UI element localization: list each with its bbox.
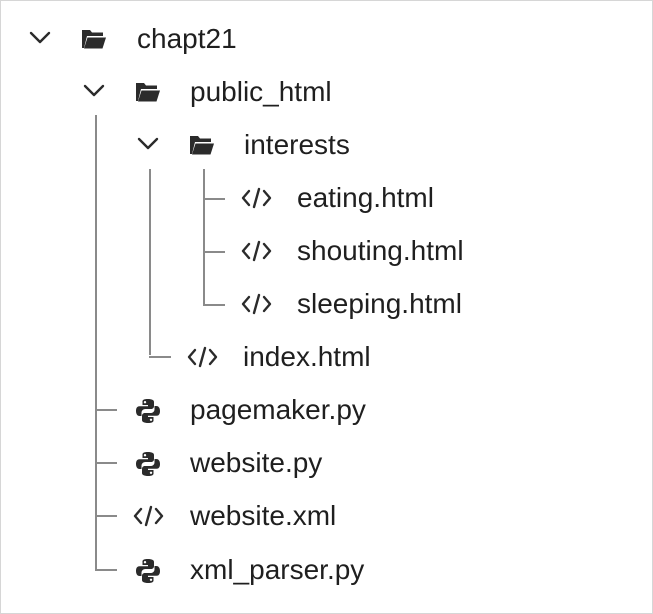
python-file-icon [136, 559, 160, 583]
tree-item-pagemaker-py[interactable]: pagemaker.py [1, 390, 451, 430]
tree-item-label: public_html [190, 76, 332, 107]
tree-item-label: xml_parser.py [190, 554, 365, 585]
folder-open-icon [190, 136, 214, 155]
chevron-down-icon[interactable] [83, 84, 105, 98]
tree-item-shouting-html[interactable]: shouting.html [1, 231, 561, 271]
tree-item-eating-html[interactable]: eating.html [1, 178, 521, 218]
tree-item-sleeping-html[interactable]: sleeping.html [1, 284, 561, 324]
code-file-icon [241, 187, 272, 209]
tree-item-label: pagemaker.py [190, 394, 366, 425]
python-file-icon [136, 452, 160, 476]
tree-item-label: index.html [243, 341, 371, 372]
tree-item-website-xml[interactable]: website.xml [1, 496, 451, 536]
tree-item-label: interests [244, 129, 350, 160]
tree-item-public-html[interactable]: public_html [1, 72, 381, 112]
tree-item-label: website.py [190, 447, 323, 478]
tree-item-xml-parser-py[interactable]: xml_parser.py [1, 550, 451, 590]
code-file-icon [241, 240, 272, 262]
code-file-icon [133, 505, 164, 527]
tree-item-label: sleeping.html [297, 288, 462, 319]
tree-item-label: shouting.html [297, 235, 464, 266]
folder-open-icon [82, 30, 106, 49]
python-file-icon [136, 399, 160, 423]
tree-item-label: website.xml [190, 500, 337, 531]
tree-item-index-html[interactable]: index.html [1, 337, 451, 377]
folder-open-icon [136, 83, 160, 102]
tree-item-interests[interactable]: interests [1, 125, 401, 165]
tree-item-chapt21[interactable]: chapt21 [1, 19, 301, 59]
code-file-icon [241, 293, 272, 315]
chevron-down-icon[interactable] [137, 137, 159, 151]
file-tree-panel: chapt21 public_html interests eating.htm… [0, 0, 653, 614]
chevron-down-icon[interactable] [29, 31, 51, 45]
tree-item-label: eating.html [297, 182, 434, 213]
tree-item-label: chapt21 [137, 23, 237, 54]
tree-item-website-py[interactable]: website.py [1, 443, 451, 483]
code-file-icon [187, 346, 218, 368]
